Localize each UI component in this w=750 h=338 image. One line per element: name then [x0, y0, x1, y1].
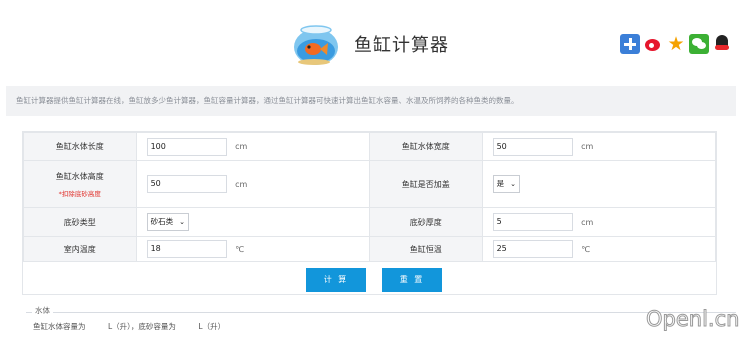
qq-icon[interactable]	[712, 34, 732, 54]
substrate-thickness-unit: cm	[581, 217, 594, 227]
height-cell: 50 cm	[135, 160, 370, 208]
lid-select[interactable]: 是 ⌄	[492, 175, 520, 193]
tank-temp-label: 鱼缸恒温	[368, 236, 483, 262]
fishbowl-icon	[294, 25, 338, 65]
wechat-icon[interactable]	[689, 34, 709, 54]
length-unit: cm	[235, 142, 248, 151]
lid-select-value: 是	[496, 179, 505, 188]
height-unit: cm	[235, 179, 248, 189]
substrate-thickness-input[interactable]: 5	[492, 213, 573, 231]
substrate-type-value: 砂石类	[150, 217, 174, 226]
button-row: 计 算 重 置	[23, 262, 716, 296]
height-label: 鱼缸水体高度	[55, 171, 104, 181]
room-temp-label: 室内温度	[23, 236, 137, 262]
room-temp-input[interactable]: 18	[146, 240, 227, 258]
room-temp-cell: 18 ℃	[135, 236, 370, 262]
chevron-down-icon: ⌄	[510, 180, 516, 188]
result-line: 鱼缸水体容量为 L（升），底砂容量为 L（升）	[33, 322, 226, 331]
reset-button[interactable]: 重 置	[382, 268, 442, 292]
table-row: 鱼缸水体长度 100 cm 鱼缸水体宽度 50 cm	[23, 132, 717, 161]
page-title: 鱼缸计算器	[354, 35, 449, 56]
star-icon[interactable]: ★	[666, 34, 686, 54]
calculator-form: 鱼缸水体长度 100 cm 鱼缸水体宽度 50 cm 鱼缸水体高度 *扣除底砂高…	[22, 131, 717, 295]
result-legend: 水体	[32, 305, 53, 316]
tank-temp-unit: ℃	[581, 244, 591, 254]
input-table: 鱼缸水体长度 100 cm 鱼缸水体宽度 50 cm 鱼缸水体高度 *扣除底砂高…	[23, 132, 717, 262]
table-row: 底砂类型 砂石类 ⌄ 底砂厚度 5 cm	[23, 207, 717, 237]
substrate-thickness-cell: 5 cm	[481, 207, 717, 237]
lid-cell: 是 ⌄	[481, 160, 717, 208]
substrate-type-cell: 砂石类 ⌄	[135, 207, 370, 237]
substrate-type-select[interactable]: 砂石类 ⌄	[146, 213, 189, 231]
lid-label: 鱼缸是否加盖	[368, 160, 483, 208]
share-bar: ★	[620, 34, 732, 54]
height-note: *扣除底砂高度	[58, 189, 101, 198]
chevron-down-icon: ⌄	[179, 218, 185, 226]
description-bar: 鱼缸计算器提供鱼缸计算器在线，鱼缸放多少鱼计算器，鱼缸容量计算器，通过鱼缸计算器…	[6, 86, 736, 116]
height-label-cell: 鱼缸水体高度 *扣除底砂高度	[23, 160, 137, 208]
substrate-thickness-label: 底砂厚度	[368, 207, 483, 237]
header: 鱼缸计算器 ★	[0, 0, 750, 84]
table-row: 鱼缸水体高度 *扣除底砂高度 50 cm 鱼缸是否加盖 是 ⌄	[23, 160, 717, 208]
width-label: 鱼缸水体宽度	[368, 132, 483, 161]
watermark-logo: Openl.cn	[645, 307, 740, 332]
plus-share-icon[interactable]	[620, 34, 640, 54]
length-label: 鱼缸水体长度	[23, 132, 137, 161]
page: 鱼缸计算器 ★ 鱼缸计算器提供鱼缸计算器在线，鱼缸放多少鱼计算器，鱼缸容量计算器…	[0, 0, 750, 338]
weibo-icon[interactable]	[643, 34, 663, 54]
height-input[interactable]: 50	[146, 175, 227, 193]
width-cell: 50 cm	[481, 132, 717, 161]
room-temp-unit: ℃	[235, 244, 245, 254]
result-divider	[26, 312, 736, 313]
length-input[interactable]: 100	[146, 137, 227, 156]
table-row: 室内温度 18 ℃ 鱼缸恒温 25 ℃	[23, 236, 717, 262]
calculate-button[interactable]: 计 算	[306, 268, 366, 292]
tank-temp-cell: 25 ℃	[481, 236, 717, 262]
length-cell: 100 cm	[135, 132, 370, 161]
tank-temp-input[interactable]: 25	[492, 240, 573, 258]
width-unit: cm	[581, 142, 594, 151]
substrate-type-label: 底砂类型	[23, 207, 137, 237]
width-input[interactable]: 50	[492, 137, 573, 156]
